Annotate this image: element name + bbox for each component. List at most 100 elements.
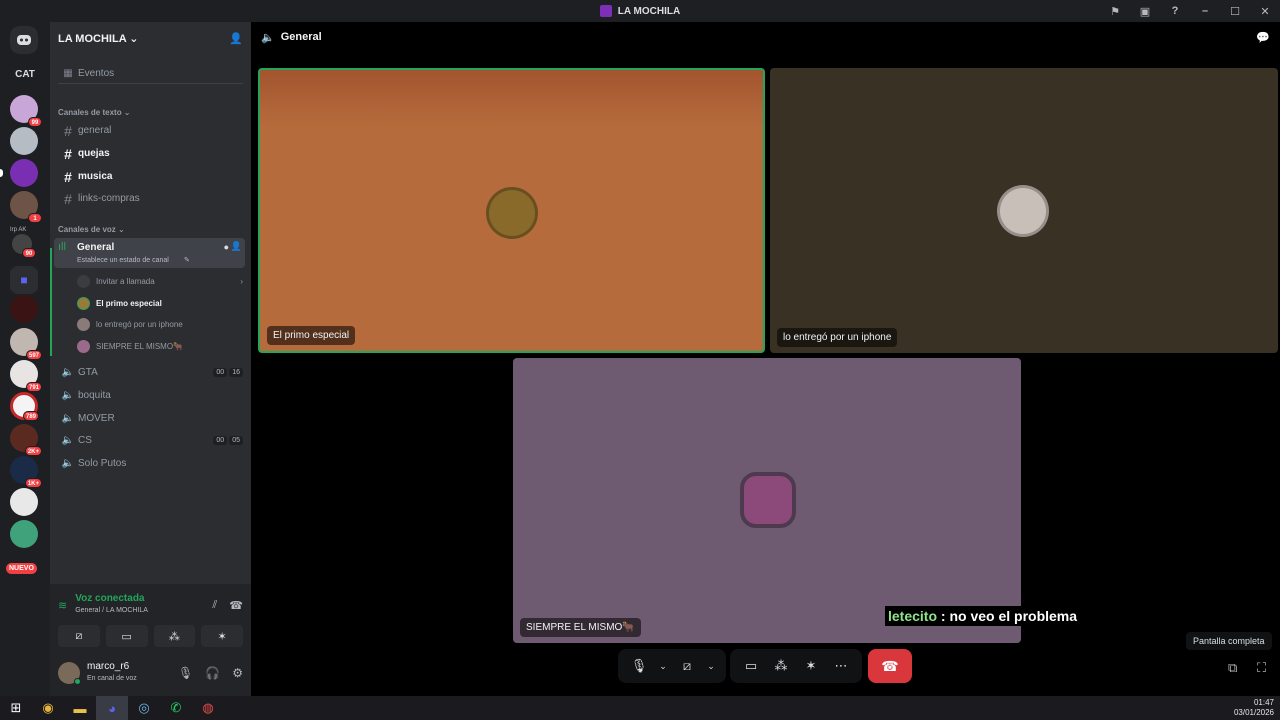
speaker-icon: 🔈 bbox=[61, 367, 75, 378]
channel-quejas[interactable]: # quejas bbox=[58, 143, 243, 164]
channel-musica[interactable]: # musica bbox=[58, 166, 243, 187]
text-category[interactable]: Canales de texto ⌄ bbox=[58, 108, 131, 117]
video-tile[interactable]: lo entregó por un iphone bbox=[770, 68, 1278, 353]
microphone-icon[interactable]: 🎙 bbox=[178, 666, 193, 680]
username: marco_r6 bbox=[87, 661, 130, 672]
server-icon[interactable]: 2K+ bbox=[10, 424, 42, 456]
voice-channel-boquita[interactable]: 🔈 boquita bbox=[58, 385, 243, 406]
video-tile[interactable]: SIEMPRE EL MISMO🐂 bbox=[513, 358, 1021, 643]
microphone-icon[interactable]: 🎙 bbox=[624, 658, 654, 674]
voice-member[interactable]: lo entregó por un iphone bbox=[77, 314, 243, 334]
server-icon[interactable]: 791 bbox=[10, 360, 42, 392]
soundboard-button[interactable]: ✶ bbox=[201, 625, 243, 647]
server-header[interactable]: LA MOCHILA ⌄ 👤 bbox=[50, 22, 251, 54]
soundboard-icon[interactable]: ✶ bbox=[796, 658, 826, 674]
minimize-button[interactable]: – bbox=[1190, 5, 1220, 17]
window-title: LA MOCHILA bbox=[617, 5, 681, 17]
headphones-icon[interactable]: 🎧 bbox=[205, 666, 220, 680]
voice-location[interactable]: General / LA MOCHILA bbox=[75, 605, 148, 617]
mic-group: 🎙 ⌄ ⧄ ⌄ bbox=[618, 649, 726, 683]
server-icon[interactable] bbox=[10, 488, 38, 516]
voice-active-icon: ıll bbox=[58, 241, 66, 253]
new-unreads-badge[interactable]: NUEVO bbox=[6, 563, 37, 574]
voice-channel-name: General bbox=[77, 242, 115, 253]
more-icon[interactable]: ⋯ bbox=[826, 658, 856, 674]
server-icon[interactable]: 789 bbox=[10, 392, 39, 421]
steam-icon[interactable]: ◎ bbox=[128, 696, 160, 720]
active-voice-channel[interactable]: ıll General Establece un estado de canal… bbox=[54, 238, 245, 268]
voice-channel-mover[interactable]: 🔈 MOVER bbox=[58, 408, 243, 429]
server-icon[interactable] bbox=[10, 127, 38, 155]
home-button[interactable] bbox=[10, 26, 38, 54]
voice-member[interactable]: SIEMPRE EL MISMO🐂 bbox=[77, 336, 243, 356]
pop-out-icon[interactable]: ⧉ bbox=[1228, 660, 1237, 676]
channel-links-compras[interactable]: # links-compras bbox=[58, 188, 243, 209]
server-icon[interactable]: 99 bbox=[10, 95, 42, 127]
voice-member[interactable]: El primo especial bbox=[77, 293, 243, 313]
hang-up-button[interactable]: ☎ bbox=[868, 649, 912, 683]
folder-cat-label[interactable]: CAT bbox=[0, 69, 50, 80]
channel-general[interactable]: # general bbox=[58, 120, 243, 141]
video-tile[interactable]: El primo especial bbox=[258, 68, 765, 353]
server-icon[interactable]: 597 bbox=[10, 328, 42, 360]
close-button[interactable]: ✕ bbox=[1250, 5, 1280, 18]
signal-icon[interactable]: ≋ bbox=[58, 599, 67, 612]
avatar[interactable] bbox=[58, 662, 81, 685]
camera-button[interactable]: ⧄ bbox=[58, 625, 100, 647]
screen-share-button[interactable]: ▭ bbox=[105, 625, 148, 647]
add-member-icon[interactable]: 👤 bbox=[231, 241, 242, 252]
disconnect-icon[interactable]: ☎ bbox=[229, 599, 243, 612]
discord-icon[interactable]: ◕ bbox=[96, 696, 128, 720]
server-icon[interactable] bbox=[10, 520, 38, 548]
activities-icon[interactable]: ⁂ bbox=[766, 658, 796, 674]
noise-suppression-icon[interactable]: ⫽ bbox=[212, 599, 217, 612]
whatsapp-icon[interactable]: ✆ bbox=[160, 696, 192, 720]
pencil-icon[interactable]: ✎ bbox=[184, 256, 190, 264]
divider bbox=[58, 83, 243, 84]
call-controls: 🎙 ⌄ ⧄ ⌄ ▭ ⁂ ✶ ⋯ ☎ bbox=[618, 649, 912, 683]
tile-name: lo entregó por un iphone bbox=[777, 328, 898, 347]
app-icon[interactable]: ◍ bbox=[192, 696, 224, 720]
inbox-icon[interactable]: ▣ bbox=[1130, 5, 1160, 18]
help-icon[interactable]: ? bbox=[1160, 5, 1190, 17]
tile-name: SIEMPRE EL MISMO🐂 bbox=[520, 618, 641, 637]
chevron-down-icon[interactable]: ⌄ bbox=[654, 661, 672, 672]
file-explorer-icon[interactable]: ▬ bbox=[64, 696, 96, 720]
voice-category[interactable]: Canales de voz ⌄ bbox=[58, 225, 125, 234]
taskbar: ⊞ ◉ ▬ ◕ ◎ ✆ ◍ 01:47 03/01/2026 bbox=[0, 696, 1280, 720]
chat-icon[interactable]: 💬 bbox=[1256, 31, 1270, 44]
server-icon[interactable]: 1K+ bbox=[10, 456, 42, 488]
server-name: LA MOCHILA bbox=[58, 32, 127, 45]
voice-channel-gta[interactable]: 🔈 GTA 00 16 bbox=[58, 362, 243, 383]
fullscreen-icon[interactable]: ⛶ bbox=[1257, 660, 1266, 676]
voice-channel-solo-putos[interactable]: 🔈 Solo Putos bbox=[58, 453, 243, 474]
chevron-down-icon[interactable]: ⌄ bbox=[702, 661, 720, 672]
gear-icon[interactable]: ⚙ bbox=[232, 666, 243, 680]
system-clock[interactable]: 01:47 03/01/2026 bbox=[1234, 698, 1274, 718]
server-icon[interactable]: 90 bbox=[12, 234, 36, 258]
chrome-icon[interactable]: ◉ bbox=[32, 696, 64, 720]
avatar bbox=[77, 339, 90, 353]
call-header: 🔈 General 💬 bbox=[251, 22, 1280, 52]
channel-status[interactable]: Establece un estado de canal bbox=[77, 257, 169, 264]
invite-to-call[interactable]: Invitar a llamada › bbox=[77, 271, 243, 291]
folder-icon[interactable]: ■ bbox=[10, 266, 38, 294]
camera-off-icon[interactable]: ⧄ bbox=[672, 658, 702, 674]
screen-share-icon[interactable]: ▭ bbox=[736, 658, 766, 674]
server-icon[interactable] bbox=[10, 295, 38, 323]
server-icon[interactable] bbox=[0, 159, 38, 187]
windows-start-icon[interactable]: ⊞ bbox=[0, 696, 32, 720]
speaker-icon: 🔈 bbox=[61, 390, 75, 401]
chat-icon[interactable]: ● bbox=[224, 242, 229, 252]
events-item[interactable]: ▦ Eventos bbox=[58, 63, 243, 84]
activity-group: ▭ ⁂ ✶ ⋯ bbox=[730, 649, 862, 683]
activities-button[interactable]: ⁂ bbox=[153, 625, 196, 647]
active-indicator bbox=[50, 248, 52, 356]
server-icon[interactable]: 1 bbox=[10, 191, 42, 223]
maximize-button[interactable]: ☐ bbox=[1220, 5, 1250, 18]
add-member-icon[interactable]: 👤 bbox=[229, 32, 243, 45]
flag-icon[interactable]: ⚑ bbox=[1100, 5, 1130, 18]
channel-sidebar: LA MOCHILA ⌄ 👤 ▦ Eventos Canales de texto… bbox=[50, 22, 251, 696]
voice-channel-cs[interactable]: 🔈 CS 00 05 bbox=[58, 430, 243, 451]
chevron-down-icon: ⌄ bbox=[129, 32, 139, 45]
